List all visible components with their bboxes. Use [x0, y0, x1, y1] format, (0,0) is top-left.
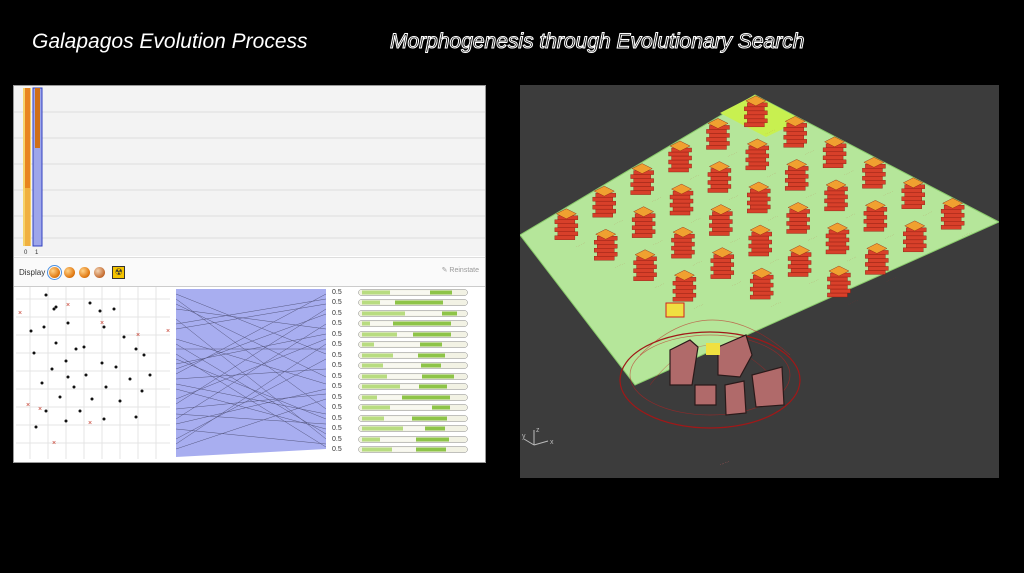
- genome-bar: [358, 362, 468, 369]
- axis-x-label: x: [550, 439, 554, 446]
- genome-row[interactable]: 0.5: [330, 308, 480, 319]
- genome-bar: [358, 289, 468, 296]
- svg-text:×: ×: [38, 406, 42, 413]
- genome-bar: [358, 436, 468, 443]
- display-toolbar: Display ☢ ✎ Reinstate: [14, 257, 485, 287]
- genome-row[interactable]: 0.5: [330, 403, 480, 414]
- genome-row[interactable]: 0.5: [330, 424, 480, 435]
- genome-bar: [358, 446, 468, 453]
- genome-row[interactable]: 0.5: [330, 361, 480, 372]
- fitness-bar-gen0: [23, 88, 31, 246]
- galapagos-editor-window: 0 1 Display ☢ ✎ Reinstate × × × × × × × …: [13, 85, 486, 463]
- reinstate-button[interactable]: ✎ Reinstate: [442, 266, 479, 274]
- svg-text:×: ×: [136, 332, 140, 339]
- display-label: Display: [19, 267, 46, 277]
- genome-bar: [358, 310, 468, 317]
- genome-row[interactable]: 0.5: [330, 329, 480, 340]
- genome-row[interactable]: 0.5: [330, 445, 480, 456]
- genome-fitness-value: 0.5: [332, 393, 342, 401]
- genome-bar: [358, 383, 468, 390]
- genome-bar: [358, 320, 468, 327]
- genome-row[interactable]: 0.5: [330, 340, 480, 351]
- title-galapagos: Galapagos Evolution Process: [32, 30, 308, 53]
- genome-bar: [358, 373, 468, 380]
- genome-bar: [358, 425, 468, 432]
- svg-text:×: ×: [66, 302, 70, 309]
- axis-y-label: y: [522, 433, 526, 440]
- genome-fitness-value: 0.5: [332, 362, 342, 370]
- genome-bar: [358, 341, 468, 348]
- genome-row[interactable]: 0.5: [330, 287, 480, 298]
- genome-bar: [358, 352, 468, 359]
- radiation-icon[interactable]: ☢: [112, 265, 126, 279]
- genome-row[interactable]: 0.5: [330, 371, 480, 382]
- genome-row[interactable]: 0.5: [330, 413, 480, 424]
- genome-fitness-value: 0.5: [332, 288, 342, 296]
- genome-fitness-value: 0.5: [332, 372, 342, 380]
- svg-text:×: ×: [88, 420, 92, 427]
- fitness-bar-gen1: [32, 87, 43, 247]
- genome-bar: [358, 299, 468, 306]
- axis-z-label: z: [536, 427, 540, 434]
- genome-row[interactable]: 0.5: [330, 434, 480, 445]
- display-mode-1-button[interactable]: [47, 264, 63, 280]
- genome-fitness-value: 0.5: [332, 341, 342, 349]
- genome-fitness-value: 0.5: [332, 425, 342, 433]
- genome-row[interactable]: 0.5: [330, 382, 480, 393]
- genome-fitness-value: 0.5: [332, 446, 342, 454]
- rhino-viewport: · · · · · ·· · · · · ·· · · · · ·· · · ·…: [520, 85, 999, 478]
- genome-row[interactable]: 0.5: [330, 392, 480, 403]
- svg-text:×: ×: [100, 320, 104, 327]
- svg-text:×: ×: [18, 310, 22, 317]
- display-mode-2-button[interactable]: [64, 266, 76, 278]
- svg-text:×: ×: [166, 328, 170, 335]
- genome-fitness-value: 0.5: [332, 320, 342, 328]
- fitness-graph: 0 1: [14, 86, 485, 256]
- genome-row[interactable]: 0.5: [330, 350, 480, 361]
- genome-bar: [358, 415, 468, 422]
- genome-row[interactable]: 0.5: [330, 298, 480, 309]
- genome-list: 0.5 0.5 0.5 0.5 0.5 0.5 0.5 0.5 0.5 0.5 0.5 0.5 0.5 0…: [330, 287, 480, 461]
- genome-fitness-value: 0.5: [332, 351, 342, 359]
- svg-text:×: ×: [52, 440, 56, 447]
- genome-bar: [358, 394, 468, 401]
- genome-fitness-value: 0.5: [332, 309, 342, 317]
- genome-fitness-value: 0.5: [332, 383, 342, 391]
- title-morphogenesis: Morphogenesis through Evolutionary Searc…: [389, 30, 805, 54]
- reinstate-label: Reinstate: [449, 267, 479, 274]
- genome-bar: [358, 404, 468, 411]
- genome-fitness-value: 0.5: [332, 404, 342, 412]
- genome-fitness-value: 0.5: [332, 299, 342, 307]
- genome-bar: [358, 331, 468, 338]
- genome-row[interactable]: 0.5: [330, 319, 480, 330]
- genome-fitness-value: 0.5: [332, 435, 342, 443]
- genome-fitness-value: 0.5: [332, 330, 342, 338]
- svg-text:×: ×: [26, 402, 30, 409]
- display-mode-3-button[interactable]: [79, 266, 91, 278]
- crossover-lines: [176, 289, 326, 457]
- genome-map: × × × × × × × × ×: [16, 287, 170, 459]
- genome-fitness-value: 0.5: [332, 414, 342, 422]
- reinstate-icon: ✎: [441, 267, 448, 274]
- display-mode-4-button[interactable]: [94, 266, 106, 278]
